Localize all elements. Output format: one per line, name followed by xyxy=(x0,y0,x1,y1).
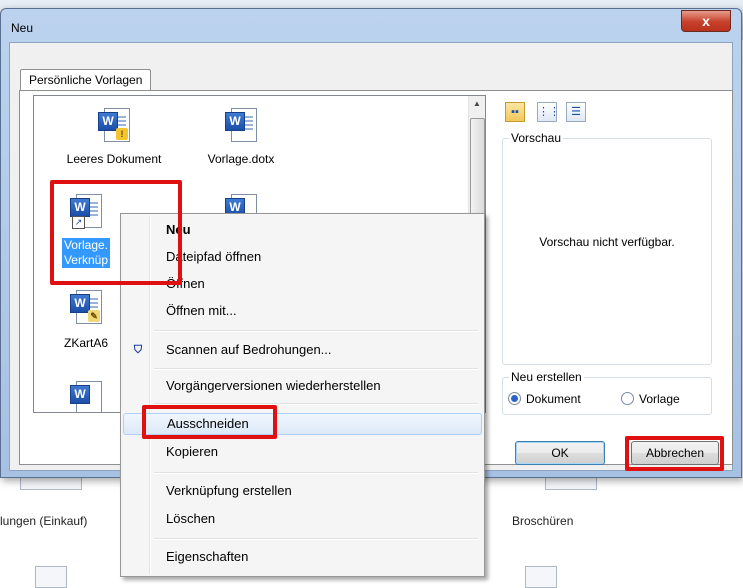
file-item-leeres-dokument[interactable]: W! Leeres Dokument xyxy=(59,108,169,166)
radio-vorlage-label: Vorlage xyxy=(639,392,680,406)
word-template-icon: W ✎ xyxy=(70,290,102,326)
background-thumbnail xyxy=(35,566,67,588)
file-item-label: Leeres Dokument xyxy=(66,152,162,166)
radio-dokument-label: Dokument xyxy=(526,392,581,406)
menu-item-kopieren[interactable]: Kopieren xyxy=(123,441,480,463)
menu-item-verknuepfung-erstellen[interactable]: Verknüpfung erstellen xyxy=(123,480,480,502)
background-label-left: lungen (Einkauf) xyxy=(0,514,88,528)
radio-unselected-icon xyxy=(621,392,634,405)
close-button[interactable]: x xyxy=(681,10,731,32)
menu-item-vorgaengerversionen[interactable]: Vorgängerversionen wiederherstellen xyxy=(123,375,480,397)
file-item-partial[interactable]: W xyxy=(46,381,126,412)
shield-icon: ⛉ xyxy=(133,344,143,356)
radio-vorlage[interactable]: Vorlage xyxy=(621,392,680,406)
background-label-right: Broschüren xyxy=(512,514,574,528)
highlight-ausschneiden xyxy=(142,405,277,439)
menu-item-loeschen[interactable]: Löschen xyxy=(123,508,480,530)
scroll-up-icon[interactable]: ▲ xyxy=(469,96,485,112)
preview-group: Vorschau Vorschau nicht verfügbar. xyxy=(502,131,712,365)
details-view-icon[interactable]: ☰ xyxy=(566,102,586,122)
menu-separator xyxy=(154,538,478,540)
word-template-icon: W! xyxy=(98,108,130,144)
menu-item-scannen[interactable]: ⛉ Scannen auf Bedrohungen... xyxy=(123,339,480,361)
word-template-icon: W xyxy=(70,381,102,412)
radio-selected-icon xyxy=(508,392,521,405)
ok-button[interactable]: OK xyxy=(515,441,605,465)
highlight-shortcut-file xyxy=(50,180,182,285)
file-item-label: Vorlage.dotx xyxy=(207,152,275,166)
large-icons-view-icon[interactable]: ▪▪ xyxy=(505,102,525,122)
menu-separator xyxy=(154,472,478,474)
background-thumbnail xyxy=(525,566,557,588)
menu-separator xyxy=(154,368,478,370)
menu-separator xyxy=(154,330,478,332)
menu-item-eigenschaften[interactable]: Eigenschaften xyxy=(123,546,480,568)
radio-dokument[interactable]: Dokument xyxy=(508,392,581,406)
dialog-title: Neu xyxy=(11,21,34,35)
create-new-group: Neu erstellen Dokument Vorlage xyxy=(502,370,712,415)
create-new-group-label: Neu erstellen xyxy=(509,370,584,384)
file-item-vorlage-dotx[interactable]: W Vorlage.dotx xyxy=(186,108,296,166)
menu-item-oeffnen-mit[interactable]: Öffnen mit... xyxy=(123,300,480,322)
word-template-icon: W xyxy=(225,108,257,144)
highlight-cancel-button xyxy=(625,436,724,471)
list-view-icon[interactable]: ⋮⋮ xyxy=(537,102,560,122)
preview-group-label: Vorschau xyxy=(509,131,564,145)
file-item-zkarta6[interactable]: W ✎ ZKartA6 xyxy=(46,290,126,350)
tab-personal-templates[interactable]: Persönliche Vorlagen xyxy=(20,69,152,90)
preview-unavailable-text: Vorschau nicht verfügbar. xyxy=(539,235,675,249)
file-item-label: ZKartA6 xyxy=(63,336,108,350)
